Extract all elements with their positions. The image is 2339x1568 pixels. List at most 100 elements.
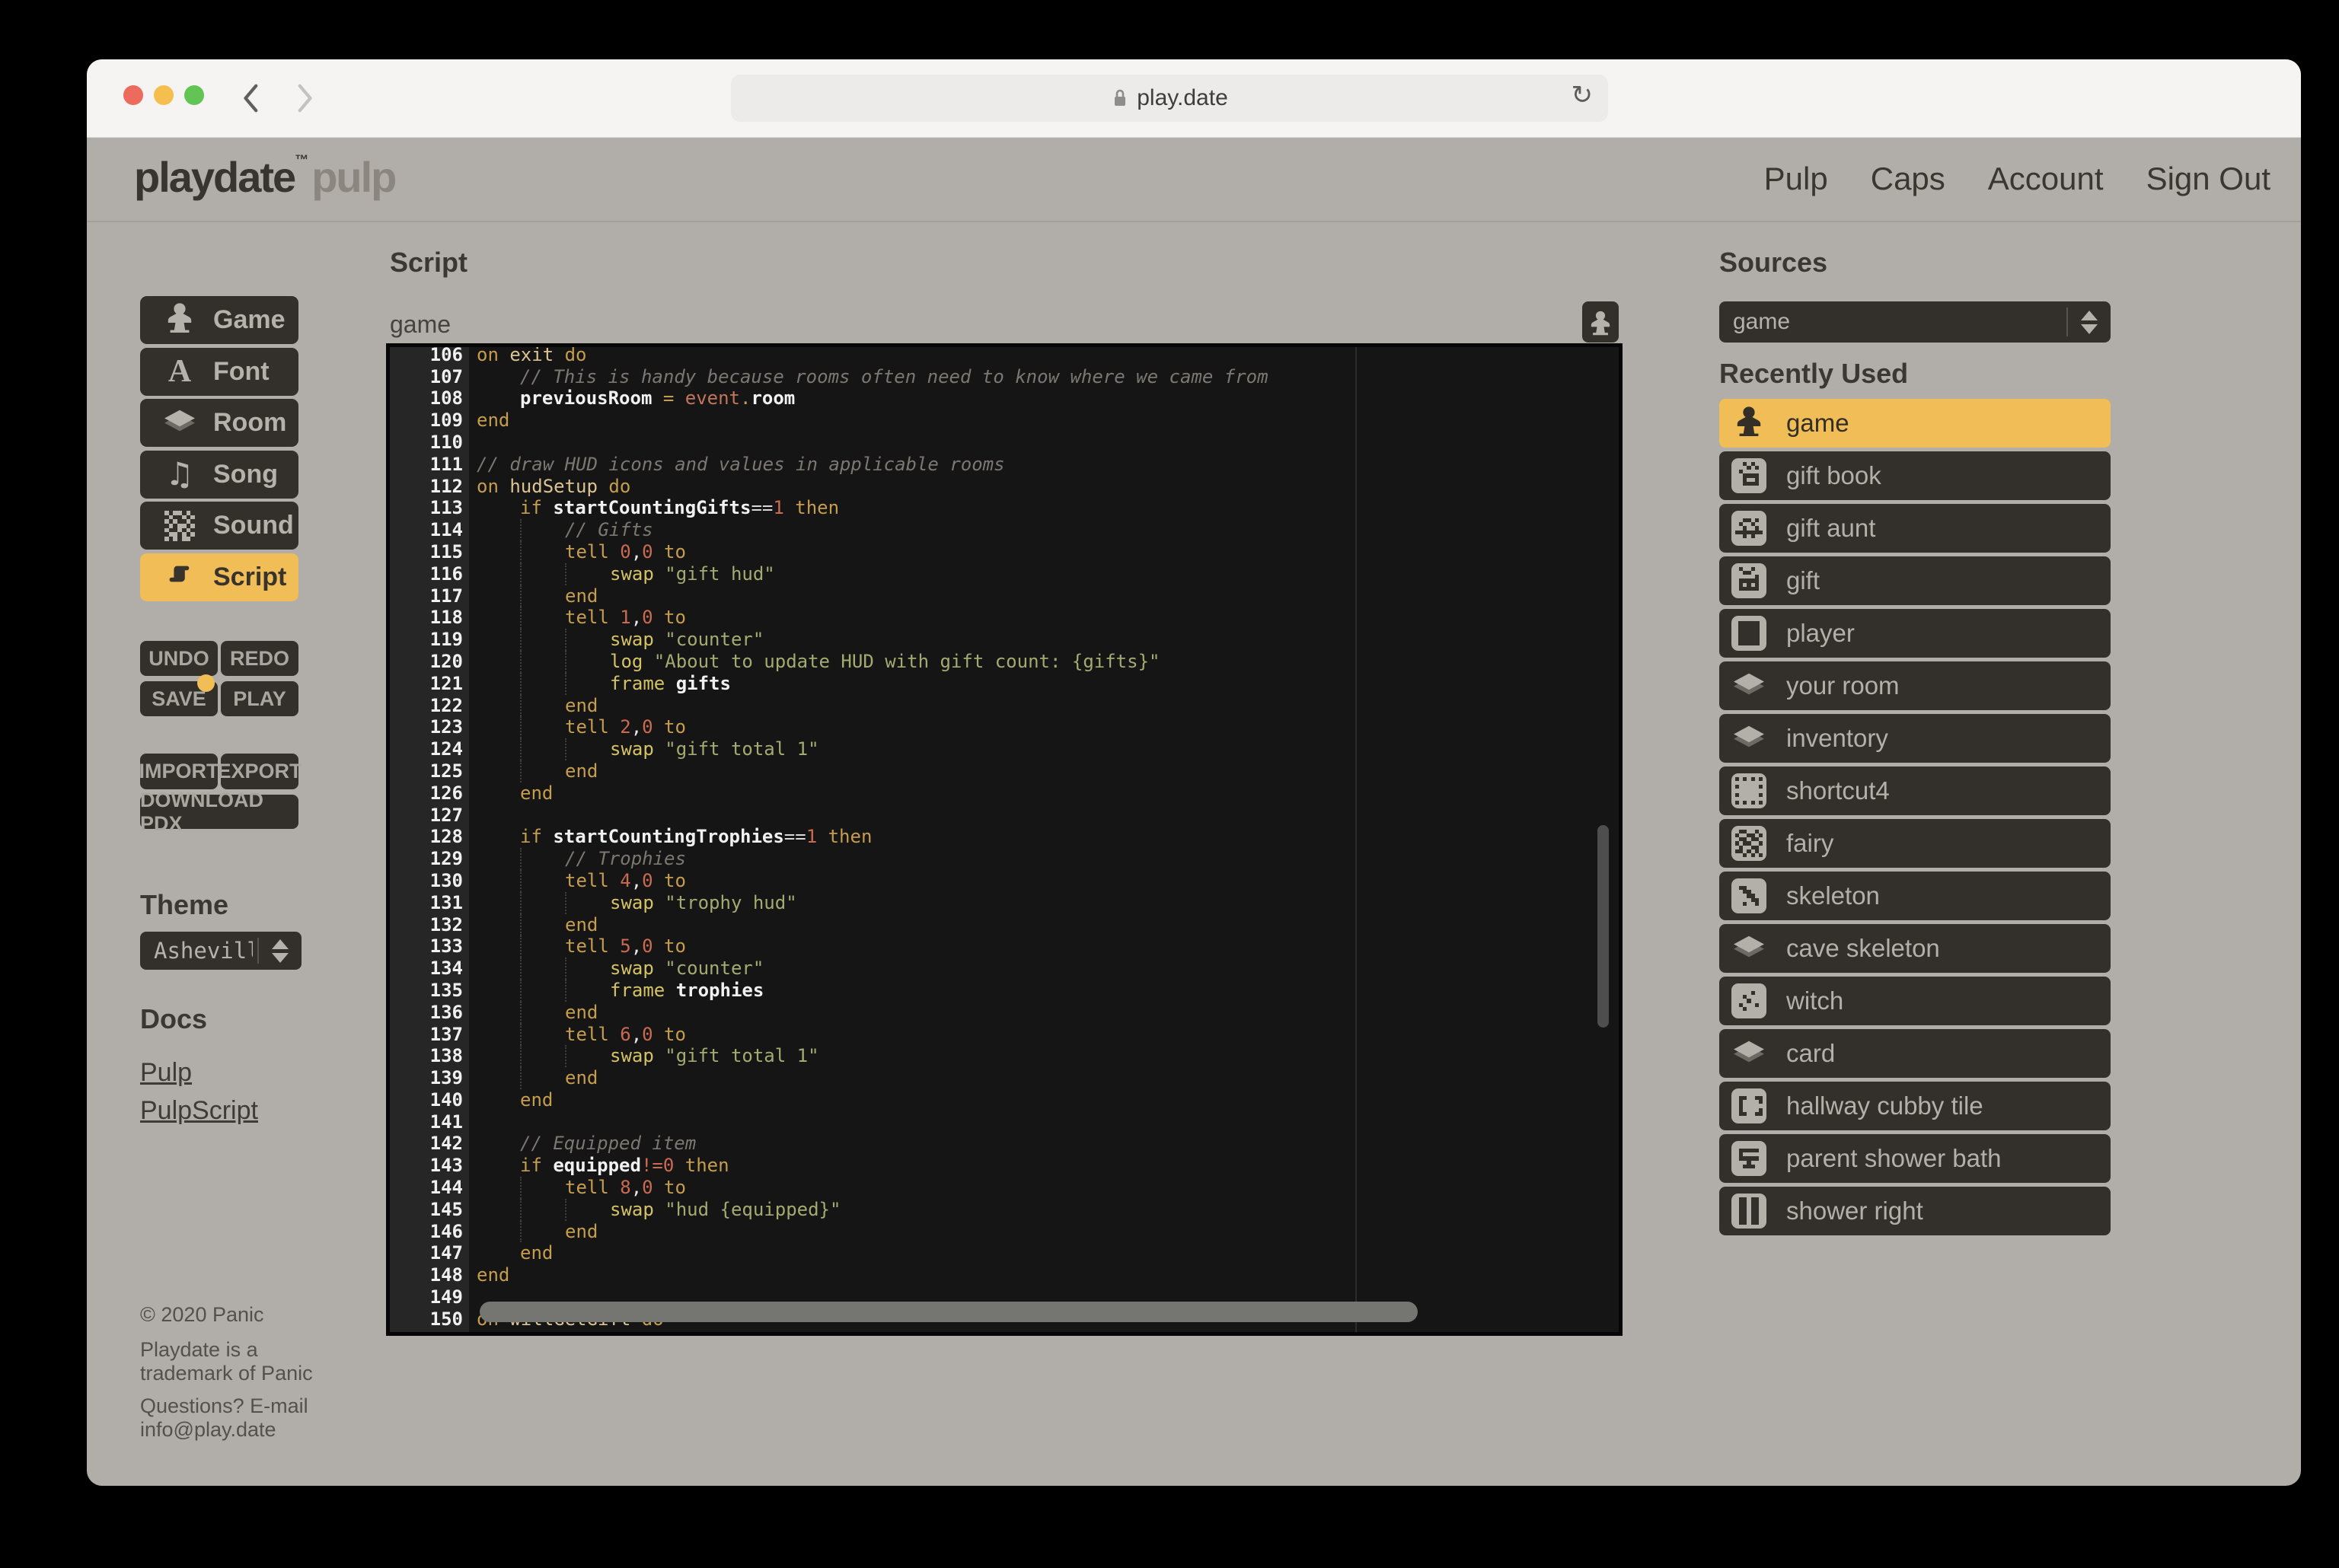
download-pdx-button[interactable]: DOWNLOAD PDX bbox=[140, 795, 298, 829]
indent-guide bbox=[477, 673, 520, 695]
site-logo[interactable]: playdate™pulp bbox=[134, 152, 395, 202]
code-line: 109end bbox=[390, 410, 1619, 432]
nav-item-account[interactable]: Account bbox=[1988, 161, 2104, 197]
docs-link-pulpscript[interactable]: PulpScript bbox=[140, 1096, 258, 1126]
code-token: == bbox=[751, 497, 773, 519]
save-button[interactable]: SAVE bbox=[140, 681, 218, 716]
code-token: "trophy hud" bbox=[665, 892, 796, 914]
redo-label: REDO bbox=[230, 647, 289, 671]
code-line: 148end bbox=[390, 1264, 1619, 1286]
sidebar-item-label: Song bbox=[213, 460, 278, 489]
indent-guide bbox=[520, 1045, 565, 1067]
line-content: end bbox=[477, 782, 553, 805]
code-token: end bbox=[520, 1242, 553, 1264]
sidebar-item-script[interactable]: Script bbox=[140, 553, 298, 601]
recent-item-card[interactable]: card bbox=[1719, 1029, 2111, 1078]
line-number: 123 bbox=[390, 716, 463, 738]
nav-item-caps[interactable]: Caps bbox=[1871, 161, 1945, 197]
browser-back-button[interactable] bbox=[236, 79, 266, 117]
recent-item-skeleton[interactable]: skeleton bbox=[1719, 872, 2111, 920]
indent-guide bbox=[565, 958, 610, 980]
nav-item-pulp[interactable]: Pulp bbox=[1764, 161, 1828, 197]
sidebar-item-song[interactable]: ♫Song bbox=[140, 451, 298, 499]
line-content: tell 0,0 to bbox=[477, 541, 686, 563]
recent-item-parent-shower-bath[interactable]: parent shower bath bbox=[1719, 1134, 2111, 1183]
line-content: log "About to update HUD with gift count… bbox=[477, 651, 1160, 673]
theme-select-value: Asheville bbox=[154, 938, 253, 964]
recent-item-gift[interactable]: gift bbox=[1719, 556, 2111, 605]
docs-link-pulp[interactable]: Pulp bbox=[140, 1058, 192, 1088]
sources-select[interactable]: game bbox=[1719, 301, 2111, 343]
recent-item-fairy[interactable]: fairy bbox=[1719, 819, 2111, 868]
sidebar-item-font[interactable]: AFont bbox=[140, 348, 298, 396]
meeple-icon bbox=[1588, 308, 1613, 336]
nav-item-sign-out[interactable]: Sign Out bbox=[2146, 161, 2270, 197]
vertical-scrollbar[interactable] bbox=[1597, 825, 1609, 1028]
recent-item-label: inventory bbox=[1786, 724, 1888, 753]
code-token: to bbox=[653, 935, 686, 958]
indent-guide bbox=[565, 1045, 610, 1067]
recent-item-game[interactable]: game bbox=[1719, 399, 2111, 448]
indent-guide bbox=[477, 914, 520, 936]
indent-guide bbox=[477, 1045, 520, 1067]
close-window-button[interactable] bbox=[123, 85, 143, 105]
export-button[interactable]: EXPORT bbox=[221, 754, 298, 789]
indent-guide bbox=[520, 651, 565, 673]
recent-item-cave-skeleton[interactable]: cave skeleton bbox=[1719, 924, 2111, 973]
sprite-tile-icon bbox=[1731, 1141, 1766, 1176]
recent-item-shortcut4[interactable]: shortcut4 bbox=[1719, 766, 2111, 815]
line-number: 108 bbox=[390, 387, 463, 410]
code-line: 117end bbox=[390, 585, 1619, 607]
theme-select[interactable]: Asheville bbox=[140, 932, 302, 970]
redo-button[interactable]: REDO bbox=[221, 641, 298, 676]
recent-item-shower-right[interactable]: shower right bbox=[1719, 1187, 2111, 1235]
code-line: 111// draw HUD icons and values in appli… bbox=[390, 454, 1619, 476]
sidebar-item-game[interactable]: Game bbox=[140, 296, 298, 344]
code-line: 123 tell 2,0 to bbox=[390, 716, 1619, 738]
line-content: end bbox=[477, 1264, 509, 1286]
minimize-window-button[interactable] bbox=[154, 85, 174, 105]
code-token: 0 bbox=[642, 870, 653, 892]
import-button[interactable]: IMPORT bbox=[140, 754, 218, 789]
recent-item-player[interactable]: player bbox=[1719, 609, 2111, 658]
sidebar-item-room[interactable]: Room bbox=[140, 399, 298, 447]
code-line: 136end bbox=[390, 1002, 1619, 1024]
indent-guide bbox=[520, 695, 565, 717]
code-token: tell bbox=[565, 1024, 620, 1046]
line-content: frame gifts bbox=[477, 673, 731, 695]
indent-guide bbox=[477, 935, 520, 958]
line-content: end bbox=[477, 585, 598, 607]
code-token: trophies bbox=[676, 980, 764, 1002]
line-content: swap "counter" bbox=[477, 629, 764, 651]
recent-item-inventory[interactable]: inventory bbox=[1719, 714, 2111, 763]
indent-guide bbox=[520, 870, 565, 892]
undo-button[interactable]: UNDO bbox=[140, 641, 218, 676]
line-content: previousRoom = event.room bbox=[477, 387, 795, 410]
recent-item-label: parent shower bath bbox=[1786, 1144, 2002, 1173]
recent-item-gift-book[interactable]: gift book bbox=[1719, 451, 2111, 500]
line-number: 136 bbox=[390, 1002, 463, 1024]
line-number: 131 bbox=[390, 892, 463, 914]
browser-forward-button[interactable] bbox=[289, 79, 320, 117]
line-content: tell 2,0 to bbox=[477, 716, 686, 738]
code-line: 107// This is handy because rooms often … bbox=[390, 366, 1619, 388]
indent-guide bbox=[477, 782, 520, 805]
play-button[interactable]: PLAY bbox=[221, 681, 298, 716]
code-token: swap bbox=[610, 629, 665, 651]
recent-item-witch[interactable]: witch bbox=[1719, 977, 2111, 1025]
recent-item-hallway-cubby-tile[interactable]: hallway cubby tile bbox=[1719, 1082, 2111, 1130]
zoom-window-button[interactable] bbox=[184, 85, 204, 105]
code-editor[interactable]: 105106on exit do107// This is handy beca… bbox=[390, 347, 1619, 1332]
recent-item-gift-aunt[interactable]: gift aunt bbox=[1719, 504, 2111, 553]
theme-heading: Theme bbox=[140, 889, 228, 921]
horizontal-scrollbar[interactable] bbox=[480, 1302, 1418, 1322]
reload-icon[interactable]: ↻ bbox=[1572, 80, 1594, 110]
sidebar-item-sound[interactable]: Sound bbox=[140, 502, 298, 550]
indent-guide bbox=[565, 651, 610, 673]
line-number: 135 bbox=[390, 980, 463, 1002]
recent-item-your-room[interactable]: your room bbox=[1719, 661, 2111, 710]
address-bar[interactable]: play.date ↻ bbox=[731, 75, 1608, 122]
game-script-button[interactable] bbox=[1582, 301, 1619, 343]
code-line: 147end bbox=[390, 1242, 1619, 1264]
recently-used-heading: Recently Used bbox=[1719, 358, 1908, 390]
